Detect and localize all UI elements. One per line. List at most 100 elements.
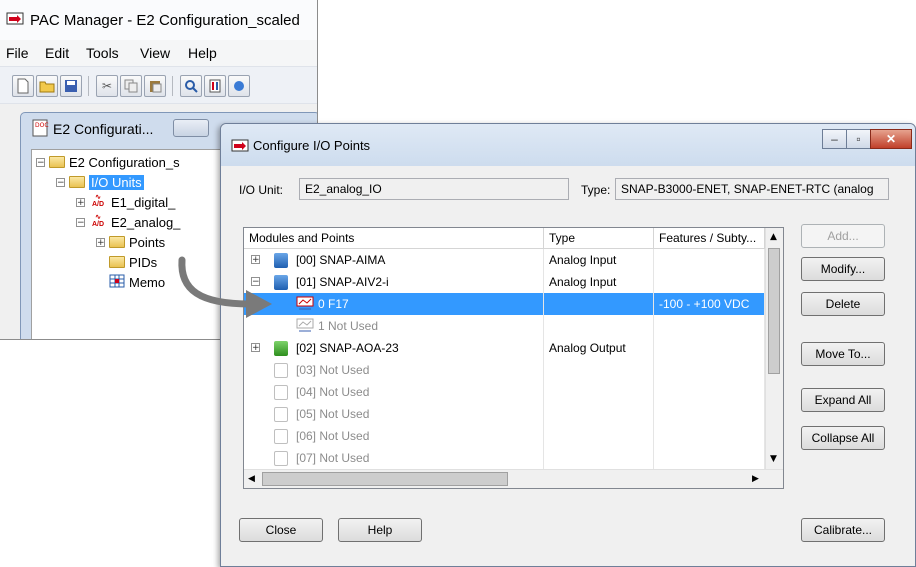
expand-icon[interactable]: + [251, 343, 260, 353]
tree-label: I/O Units [89, 174, 144, 190]
empty-slot-icon [274, 385, 288, 400]
expand-icon[interactable]: + [96, 237, 105, 247]
type-cell [544, 381, 654, 403]
table-row[interactable]: [03] Not Used [244, 359, 765, 381]
save-icon[interactable] [60, 75, 82, 97]
type-cell [544, 293, 654, 315]
tree-node-pids[interactable]: PIDs [109, 252, 157, 272]
delete-button[interactable]: Delete [801, 292, 885, 316]
features-cell [654, 381, 765, 403]
scroll-up-icon[interactable]: ▲ [770, 232, 777, 242]
menu-view[interactable]: View [140, 45, 170, 61]
tree-node-io-units[interactable]: − I/O Units [56, 172, 144, 192]
features-cell: -100 - +100 VDC [654, 293, 765, 315]
scroll-down-icon[interactable]: ▼ [770, 454, 777, 464]
features-cell [654, 337, 765, 359]
tree-node-io-unit[interactable]: − ∿ A/D E2_analog_ [76, 212, 180, 232]
close-button[interactable]: Close [239, 518, 323, 542]
features-cell [654, 425, 765, 447]
type-cell: Analog Output [544, 337, 654, 359]
document-icon: DOC [31, 119, 49, 137]
inspect-icon[interactable] [180, 75, 202, 97]
table-row[interactable]: [07] Not Used [244, 447, 765, 469]
type-cell: Analog Input [544, 249, 654, 271]
menu-edit[interactable]: Edit [45, 45, 69, 61]
vertical-scroll-thumb[interactable] [768, 248, 780, 374]
table-row[interactable]: + [02] SNAP-AOA-23 Analog Output [244, 337, 765, 359]
tree-node-memo[interactable]: Memo [109, 272, 165, 292]
vertical-scrollbar[interactable]: ▲ ▼ [765, 228, 783, 469]
empty-slot-icon [274, 363, 288, 378]
scroll-right-icon[interactable]: ▶ [752, 474, 759, 484]
table-row[interactable]: 0 F17 -100 - +100 VDC [244, 293, 765, 315]
open-folder-icon[interactable] [36, 75, 58, 97]
table-row[interactable]: [06] Not Used [244, 425, 765, 447]
debug-icon[interactable] [228, 75, 250, 97]
folder-icon [109, 236, 125, 248]
type-field: SNAP-B3000-ENET, SNAP-ENET-RTC (analog [615, 178, 889, 200]
scroll-left-icon[interactable]: ◀ [248, 474, 255, 484]
horizontal-scrollbar[interactable]: ◀ ▶ [244, 469, 783, 488]
cut-icon[interactable]: ✂ [96, 75, 118, 97]
features-cell [654, 315, 765, 337]
paste-icon[interactable] [144, 75, 166, 97]
menu-help[interactable]: Help [188, 45, 217, 61]
callout-arrow [178, 256, 272, 318]
table-row[interactable]: 1 Not Used [244, 315, 765, 337]
table-row[interactable]: [05] Not Used [244, 403, 765, 425]
collapse-icon[interactable]: − [56, 177, 65, 187]
io-unit-field: E2_analog_IO [299, 178, 569, 200]
horizontal-scroll-thumb[interactable] [262, 472, 508, 486]
main-title-bar[interactable]: PAC Manager - E2 Configuration_scaled [0, 0, 317, 40]
dialog-title-bar[interactable]: Configure I/O Points – ▫ ✕ [221, 124, 915, 166]
expand-all-button[interactable]: Expand All [801, 388, 885, 412]
row-name: [05] Not Used [296, 407, 370, 421]
memory-grid-icon [109, 274, 125, 291]
child-minimize-button[interactable] [173, 119, 209, 137]
tree-node-root[interactable]: − E2 Configuration_s [36, 152, 180, 172]
row-name: [01] SNAP-AIV2-i [296, 275, 389, 289]
expand-icon[interactable]: + [76, 197, 85, 207]
menu-tools[interactable]: Tools [86, 45, 119, 61]
configure-icon[interactable] [204, 75, 226, 97]
analog-digital-icon: ∿ A/D [91, 214, 105, 228]
move-to-button[interactable]: Move To... [801, 342, 885, 366]
column-header-features[interactable]: Features / Subty... [654, 228, 765, 248]
column-header-type[interactable]: Type [544, 228, 654, 248]
folder-icon [69, 176, 85, 188]
help-button[interactable]: Help [338, 518, 422, 542]
row-name: [04] Not Used [296, 385, 370, 399]
modules-points-cell: [05] Not Used [244, 403, 544, 425]
collapse-all-button[interactable]: Collapse All [801, 426, 885, 450]
modules-points-cell: [06] Not Used [244, 425, 544, 447]
row-name: [07] Not Used [296, 451, 370, 465]
collapse-icon[interactable]: − [76, 217, 85, 227]
copy-icon[interactable] [120, 75, 142, 97]
folder-icon [49, 156, 65, 168]
tree-node-io-unit[interactable]: + ∿ A/D E1_digital_ [76, 192, 175, 212]
minimize-button[interactable]: – [822, 129, 847, 149]
type-cell [544, 359, 654, 381]
type-cell [544, 403, 654, 425]
close-window-button[interactable]: ✕ [870, 129, 912, 149]
row-name: 1 Not Used [318, 319, 379, 333]
empty-slot-icon [274, 451, 288, 466]
row-name: [00] SNAP-AIMA [296, 253, 386, 267]
calibrate-button[interactable]: Calibrate... [801, 518, 885, 542]
add-button[interactable]: Add... [801, 224, 885, 248]
type-cell: Analog Input [544, 271, 654, 293]
modules-and-points-list[interactable]: Modules and Points Type Features / Subty… [243, 227, 784, 489]
table-row[interactable]: + [00] SNAP-AIMA Analog Input [244, 249, 765, 271]
maximize-button[interactable]: ▫ [846, 129, 871, 149]
table-row[interactable]: [04] Not Used [244, 381, 765, 403]
tree-node-points[interactable]: + Points [96, 232, 165, 252]
collapse-icon[interactable]: − [36, 157, 45, 167]
configure-io-points-dialog: Configure I/O Points – ▫ ✕ I/O Unit: E2_… [220, 123, 916, 567]
table-row[interactable]: − [01] SNAP-AIV2-i Analog Input [244, 271, 765, 293]
new-file-icon[interactable] [12, 75, 34, 97]
modify-button[interactable]: Modify... [801, 257, 885, 281]
menu-file[interactable]: File [6, 45, 29, 61]
toolbar: ✂ [0, 66, 317, 104]
main-window-title: PAC Manager - E2 Configuration_scaled [30, 12, 300, 29]
tree-label: PIDs [129, 254, 158, 270]
